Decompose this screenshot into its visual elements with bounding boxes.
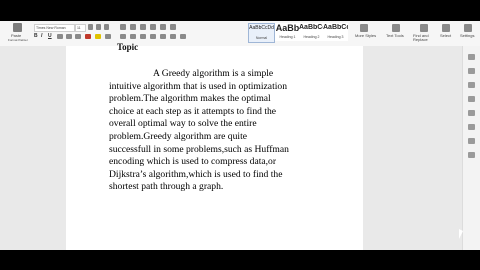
paragraph-line: shortest path through a graph. <box>109 181 224 193</box>
style-heading-3-label: Heading 3 <box>327 35 344 39</box>
align-right-icon[interactable] <box>140 34 146 39</box>
align-left-icon[interactable] <box>120 34 126 39</box>
find-replace-label[interactable]: Find and Replace <box>413 34 435 42</box>
find-replace-icon[interactable] <box>420 24 428 32</box>
properties-icon[interactable] <box>468 82 475 88</box>
text-tools-label[interactable]: Text Tools <box>386 34 404 38</box>
style-normal-preview: AaBbCcDd <box>249 25 274 31</box>
underline-button[interactable]: U <box>48 33 52 39</box>
align-center-icon[interactable] <box>130 34 136 39</box>
grow-font-icon[interactable] <box>88 24 93 30</box>
text-effects-icon[interactable] <box>105 34 111 39</box>
share-icon[interactable] <box>468 124 475 130</box>
document-canvas[interactable]: Topic A Greedy algorithm is a simple int… <box>0 42 462 250</box>
italic-button[interactable]: I <box>41 33 42 39</box>
paragraph-line: successfull in some problems,such as Huf… <box>109 143 289 155</box>
paragraph-line: overall optimal way to solve the entire <box>109 118 257 130</box>
style-heading-3[interactable]: AaBbCc Heading 3 <box>323 23 348 41</box>
subscript-icon[interactable] <box>75 34 81 39</box>
side-toolbar <box>462 46 480 250</box>
strikethrough-icon[interactable] <box>57 34 63 39</box>
clear-format-icon[interactable] <box>104 24 109 30</box>
help-icon[interactable] <box>468 152 475 158</box>
font-color-icon[interactable] <box>85 34 91 39</box>
style-heading-1-label: Heading 1 <box>279 35 296 39</box>
highlight-icon[interactable] <box>95 34 101 39</box>
bold-button[interactable]: B <box>34 33 38 39</box>
paragraph-line: intuitive algorithm that is used in opti… <box>109 80 287 92</box>
more-styles-label[interactable]: More Styles <box>355 34 376 38</box>
text-tools-icon[interactable] <box>392 24 400 32</box>
heading-fragment: Topic <box>117 42 139 52</box>
shapes-icon[interactable] <box>468 68 475 74</box>
paragraph-line: Dijkstra’s algorithm,which is used to fi… <box>109 168 283 180</box>
ribbon-toolbar: Paste Format Painter Times New Roman 11 … <box>0 21 480 47</box>
format-painter-label[interactable]: Format Painter <box>8 38 28 42</box>
indent-decrease-icon[interactable] <box>140 24 146 30</box>
panel-icon[interactable] <box>468 54 475 60</box>
document-page[interactable]: Topic A Greedy algorithm is a simple int… <box>66 42 363 250</box>
review-icon[interactable] <box>468 96 475 102</box>
style-heading-2[interactable]: AaBbCc Heading 2 <box>299 23 324 41</box>
paragraph-line: A Greedy algorithm is a simple <box>153 68 274 79</box>
borders-icon[interactable] <box>180 34 186 39</box>
style-normal[interactable]: AaBbCcDd Normal <box>248 23 275 43</box>
style-heading-3-preview: AaBbCc <box>323 24 348 31</box>
select-label[interactable]: Select <box>440 34 451 38</box>
paragraph-line: problem.Greedy algorithm are quite <box>109 130 247 142</box>
cloud-icon[interactable] <box>468 138 475 144</box>
numbering-icon[interactable] <box>130 24 136 30</box>
settings-label[interactable]: Settings <box>460 34 474 38</box>
style-heading-1[interactable]: AaBb Heading 1 <box>275 23 300 41</box>
more-styles-icon[interactable] <box>360 24 368 32</box>
shrink-font-icon[interactable] <box>96 24 101 30</box>
style-heading-2-preview: AaBbCc <box>299 24 324 31</box>
sort-icon[interactable] <box>160 24 166 30</box>
indent-increase-icon[interactable] <box>150 24 156 30</box>
style-normal-label: Normal <box>255 36 268 40</box>
select-icon[interactable] <box>442 24 450 32</box>
bullets-icon[interactable] <box>120 24 126 30</box>
paragraph-line: choice at each step as it attempts to fi… <box>109 105 277 117</box>
mouse-pointer-icon <box>459 229 463 239</box>
show-marks-icon[interactable] <box>170 24 176 30</box>
body-paragraph[interactable]: A Greedy algorithm is a simple intuitive… <box>109 68 324 194</box>
letterbox-top <box>0 0 480 21</box>
paragraph-line: encoding which is used to compress data,… <box>109 156 277 168</box>
style-heading-2-label: Heading 2 <box>303 35 320 39</box>
line-spacing-icon[interactable] <box>160 34 166 39</box>
settings-icon[interactable] <box>464 24 472 32</box>
font-size-select[interactable]: 11 <box>75 24 86 32</box>
font-name-select[interactable]: Times New Roman <box>34 24 75 32</box>
app-window: Paste Format Painter Times New Roman 11 … <box>0 0 480 270</box>
shading-icon[interactable] <box>170 34 176 39</box>
style-heading-1-preview: AaBb <box>275 23 300 33</box>
pen-icon[interactable] <box>468 110 475 116</box>
paragraph-line: problem.The algorithm makes the optimal <box>109 93 271 105</box>
paste-icon[interactable] <box>13 23 22 32</box>
justify-icon[interactable] <box>150 34 156 39</box>
superscript-icon[interactable] <box>66 34 72 39</box>
letterbox-bottom <box>0 250 480 270</box>
